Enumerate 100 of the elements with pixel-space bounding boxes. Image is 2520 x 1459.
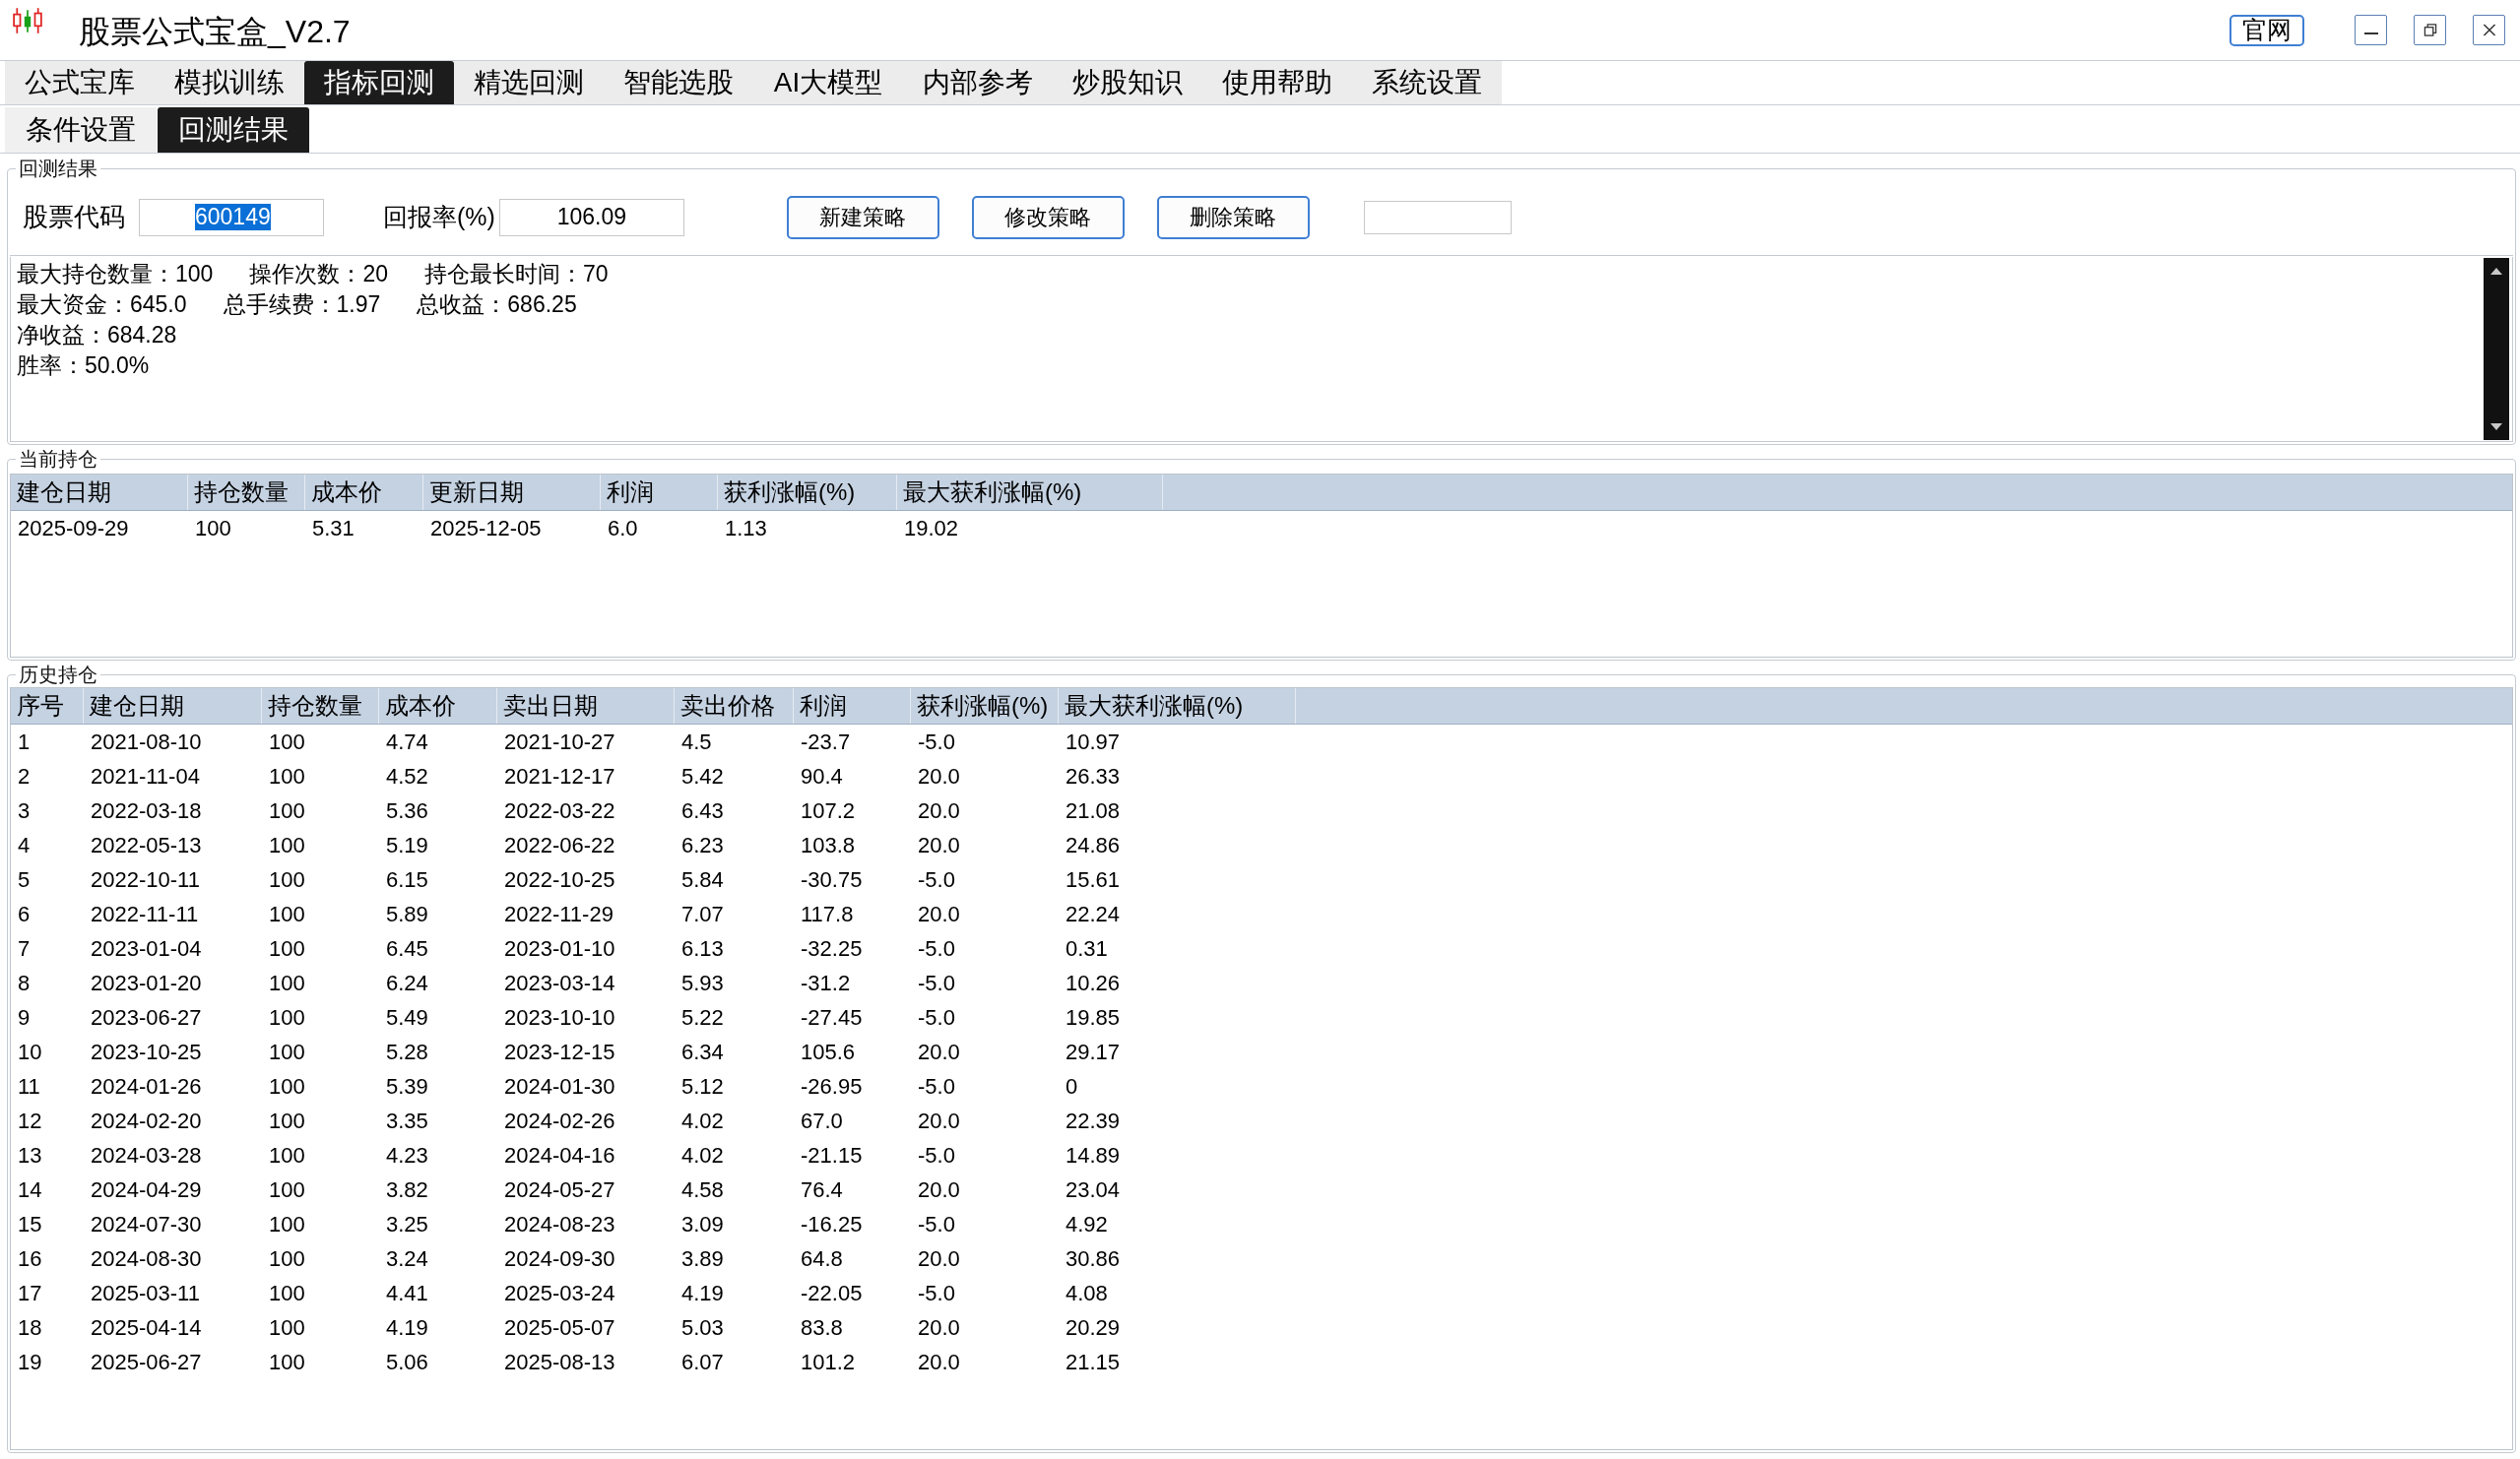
scrollbar[interactable] <box>2484 258 2509 440</box>
table-cell-text: 10.26 <box>1065 970 1122 996</box>
column-header[interactable]: 获利涨幅(%) <box>718 475 897 510</box>
stock-code-field[interactable]: 600149 <box>139 198 324 236</box>
table-cell-text: 20.0 <box>917 832 961 858</box>
table-cell-text: -23.7 <box>800 729 852 755</box>
column-header[interactable]: 序号 <box>11 688 84 724</box>
column-header[interactable]: 建仓日期 <box>84 688 262 724</box>
table-cell-text: -30.75 <box>800 866 864 893</box>
column-header[interactable]: 最大获利涨幅(%) <box>1059 688 1296 724</box>
main-tab[interactable]: 使用帮助 <box>1202 61 1352 104</box>
strategy-button[interactable]: 新建策略 <box>786 195 939 239</box>
table-cell-text: 4.5 <box>680 729 713 755</box>
table-cell-text: 0.31 <box>1065 935 1109 962</box>
table-cell-text: 67.0 <box>800 1108 844 1134</box>
main-tab[interactable]: 内部参考 <box>903 61 1053 104</box>
table-cell-text: 10.97 <box>1065 729 1122 755</box>
table-cell-text: 1.13 <box>724 515 768 541</box>
table-cell-text: 20.0 <box>917 1314 961 1341</box>
table-cell-text: -5.0 <box>917 1211 956 1237</box>
table-cell-text: 4.02 <box>680 1108 725 1134</box>
main-tab[interactable]: 公式宝库 <box>5 61 155 104</box>
table-cell-text: 20.0 <box>917 1108 961 1134</box>
table-cell-text: 3.09 <box>680 1211 725 1237</box>
table-cell-text: -5.0 <box>917 970 956 996</box>
strategy-button[interactable]: 修改策略 <box>971 195 1125 239</box>
table-cell-text: 20.0 <box>917 901 961 927</box>
stat-text: 总手续费：1.97 <box>223 290 381 319</box>
column-header[interactable]: 获利涨幅(%) <box>911 688 1059 724</box>
main-tab[interactable]: 指标回测 <box>304 61 454 104</box>
table-cell-text: 100 <box>268 1211 306 1237</box>
table-cell-text: 26.33 <box>1065 763 1122 790</box>
table-cell-text: 100 <box>268 1039 306 1065</box>
stat-text: 总收益：686.25 <box>417 290 577 319</box>
table-cell-text: -5.0 <box>917 1073 956 1100</box>
table-cell-text: 6.24 <box>385 970 429 996</box>
table-cell-text: 6.0 <box>607 515 639 541</box>
column-header[interactable]: 成本价 <box>305 475 423 510</box>
stat-text: 最大持仓数量：100 <box>17 260 214 288</box>
table-cell-text: 7 <box>17 935 32 962</box>
table-cell-text: 6.45 <box>385 935 429 962</box>
column-header[interactable]: 利润 <box>601 475 718 510</box>
table-cell-text: 100 <box>268 935 306 962</box>
scroll-down-icon[interactable] <box>2490 423 2502 430</box>
sub-tab[interactable]: 条件设置 <box>5 107 157 153</box>
strategy-button[interactable]: 删除策略 <box>1156 195 1310 239</box>
close-button[interactable] <box>2473 15 2505 45</box>
table-cell-text: 2023-10-25 <box>90 1039 203 1065</box>
table-cell-text: 5.42 <box>680 763 725 790</box>
table-cell-text: 5.19 <box>385 832 429 858</box>
table-cell-text: -5.0 <box>917 1004 956 1031</box>
website-button[interactable]: 官网 <box>2229 14 2304 46</box>
table-cell-text: 19.02 <box>903 515 960 541</box>
table-cell-text: 2025-09-29 <box>17 515 130 541</box>
main-tab[interactable]: 炒股知识 <box>1053 61 1202 104</box>
table-cell-text: 2025-06-27 <box>90 1349 203 1375</box>
minimize-button[interactable] <box>2355 15 2387 45</box>
table-cell-text: -31.2 <box>800 970 852 996</box>
table-cell-text: -32.25 <box>800 935 864 962</box>
table-cell-text: 2024-09-30 <box>503 1245 616 1272</box>
column-header[interactable]: 成本价 <box>379 688 497 724</box>
column-header[interactable]: 持仓数量 <box>188 475 305 510</box>
table-cell-text: 100 <box>268 970 306 996</box>
column-header[interactable]: 利润 <box>794 688 911 724</box>
table-cell-text: 83.8 <box>800 1314 844 1341</box>
table-cell-text: 2022-06-22 <box>503 832 616 858</box>
main-tab[interactable]: 模拟训练 <box>155 61 304 104</box>
group-title: 历史持仓 <box>18 664 98 685</box>
table-cell-text: 2023-06-27 <box>90 1004 203 1031</box>
main-tab[interactable]: 智能选股 <box>604 61 753 104</box>
restore-button[interactable] <box>2414 15 2446 45</box>
main-tab[interactable]: AI大模型 <box>753 61 903 104</box>
column-header[interactable]: 卖出日期 <box>497 688 675 724</box>
main-tab[interactable]: 系统设置 <box>1352 61 1502 104</box>
table-cell-text: 9 <box>17 1004 32 1031</box>
column-header[interactable]: 持仓数量 <box>262 688 379 724</box>
table-cell-text: -21.15 <box>800 1142 864 1169</box>
return-rate-field[interactable]: 106.09 <box>498 198 684 236</box>
column-header[interactable]: 更新日期 <box>423 475 601 510</box>
column-header[interactable]: 建仓日期 <box>11 475 188 510</box>
table-cell-text: 100 <box>268 1176 306 1203</box>
table-cell-text: 22.24 <box>1065 901 1122 927</box>
column-header[interactable]: 最大获利涨幅(%) <box>897 475 1163 510</box>
text-field[interactable] <box>1363 200 1512 234</box>
stat-text: 胜率：50.0% <box>17 351 150 380</box>
scroll-up-icon[interactable] <box>2490 268 2502 275</box>
table-cell-text: 6.15 <box>385 866 429 893</box>
table-cell-text: 2021-11-04 <box>90 763 201 790</box>
main-tab[interactable]: 精选回测 <box>454 61 604 104</box>
group-title: 当前持仓 <box>18 448 98 470</box>
table-cell-text: 100 <box>268 901 306 927</box>
table-cell-text: -26.95 <box>800 1073 864 1100</box>
table-cell-text: 15.61 <box>1065 866 1122 893</box>
sub-tab[interactable]: 回测结果 <box>158 107 309 153</box>
minimize-icon <box>2363 32 2378 34</box>
table-cell-text: 5.93 <box>680 970 725 996</box>
table-cell-text: 22.39 <box>1065 1108 1122 1134</box>
table-cell-text: 3.89 <box>680 1245 725 1272</box>
column-header[interactable]: 卖出价格 <box>675 688 794 724</box>
table-cell-text: -22.05 <box>800 1280 864 1306</box>
